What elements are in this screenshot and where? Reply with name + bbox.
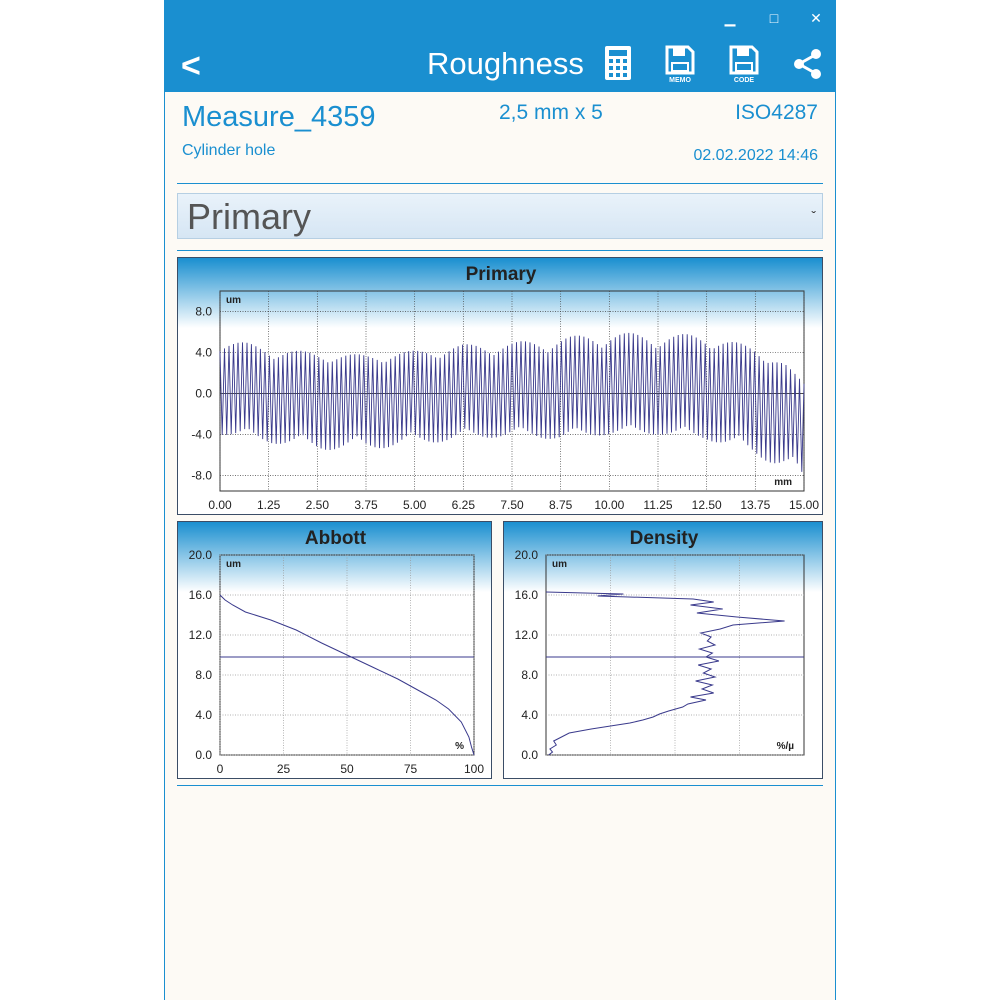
x-unit-label: mm bbox=[774, 477, 792, 488]
minimize-button[interactable]: ▁ bbox=[719, 8, 741, 28]
chart-title: Primary bbox=[466, 264, 537, 285]
y-tick-label: 12.0 bbox=[515, 628, 539, 642]
x-tick-label: 7.50 bbox=[500, 498, 524, 512]
x-tick-label: 6.25 bbox=[452, 498, 476, 512]
y-tick-label: 12.0 bbox=[189, 628, 213, 642]
x-unit-label: %/µ bbox=[777, 741, 795, 752]
density-curve bbox=[545, 591, 785, 756]
y-tick-label: -8.0 bbox=[191, 469, 212, 483]
x-tick-label: 10.00 bbox=[594, 498, 624, 512]
x-tick-label: 5.00 bbox=[403, 498, 427, 512]
y-unit-label: um bbox=[226, 295, 241, 306]
y-tick-label: 8.0 bbox=[195, 668, 212, 682]
x-tick-label: 25 bbox=[277, 762, 291, 776]
y-tick-label: 8.0 bbox=[195, 305, 212, 319]
x-tick-label: 0.00 bbox=[208, 498, 232, 512]
y-tick-label: 4.0 bbox=[195, 346, 212, 360]
memo-label: MEMO bbox=[669, 77, 691, 84]
x-tick-label: 12.50 bbox=[692, 498, 722, 512]
x-tick-label: 1.25 bbox=[257, 498, 281, 512]
measurement-header: Measure_4359 Cylinder hole 2,5 mm x 5 IS… bbox=[165, 92, 835, 184]
save-memo-icon: MEMO bbox=[665, 45, 695, 84]
y-tick-label: 0.0 bbox=[195, 748, 212, 762]
y-unit-label: um bbox=[552, 559, 567, 570]
divider bbox=[177, 785, 823, 786]
save-code-icon: CODE bbox=[729, 45, 759, 84]
measurement-length: 2,5 mm x 5 bbox=[499, 101, 603, 124]
title-bar: ▁ □ ✕ < Roughness MEMO CODE bbox=[165, 0, 835, 92]
chart-title: Density bbox=[630, 528, 699, 549]
x-tick-label: 11.25 bbox=[643, 498, 672, 512]
x-tick-label: 75 bbox=[404, 762, 418, 776]
y-tick-label: -4.0 bbox=[191, 428, 212, 442]
x-tick-label: 3.75 bbox=[354, 498, 378, 512]
close-button[interactable]: ✕ bbox=[805, 8, 827, 28]
density-chart: Density 20.0 16.0 12.0 8.0 4.0 0.0 um %/µ bbox=[503, 521, 823, 779]
primary-chart: Primary 0.00 1.25 2.50 3.75 5.00 6.25 7.50 8.75 1… bbox=[177, 257, 823, 515]
y-tick-label: 20.0 bbox=[515, 548, 539, 562]
x-tick-label: 50 bbox=[340, 762, 354, 776]
calculator-icon[interactable] bbox=[601, 44, 635, 84]
divider bbox=[177, 183, 823, 184]
page-title: Roughness bbox=[427, 46, 584, 81]
maximize-button[interactable]: □ bbox=[763, 8, 785, 28]
save-memo-button[interactable]: MEMO bbox=[663, 44, 697, 84]
back-button[interactable]: < bbox=[181, 46, 201, 86]
x-tick-label: 15.00 bbox=[789, 498, 819, 512]
chart-title: Abbott bbox=[305, 528, 367, 549]
measurement-date: 02.02.2022 14:46 bbox=[693, 147, 818, 164]
code-label: CODE bbox=[734, 77, 755, 84]
save-code-button[interactable]: CODE bbox=[727, 44, 761, 84]
y-tick-label: 0.0 bbox=[195, 387, 212, 401]
x-tick-label: 13.75 bbox=[740, 498, 770, 512]
y-tick-label: 4.0 bbox=[195, 708, 212, 722]
y-tick-label: 20.0 bbox=[189, 548, 213, 562]
app-window: ▁ □ ✕ < Roughness MEMO CODE Measure_4359… bbox=[164, 0, 836, 1000]
measurement-name: Measure_4359 bbox=[182, 101, 376, 133]
x-unit-label: % bbox=[455, 741, 464, 752]
profile-dropdown[interactable]: Primary ˇ bbox=[177, 193, 823, 239]
divider bbox=[177, 250, 823, 251]
measurement-description: Cylinder hole bbox=[182, 142, 276, 159]
x-tick-label: 2.50 bbox=[306, 498, 330, 512]
y-tick-label: 16.0 bbox=[189, 588, 213, 602]
y-tick-label: 4.0 bbox=[521, 708, 538, 722]
abbott-chart: Abbott 0 25 50 75 100 20.0 16.0 12.0 8.0 4.0 0.0 um% bbox=[177, 521, 492, 779]
x-tick-label: 0 bbox=[217, 762, 224, 776]
x-tick-label: 100 bbox=[464, 762, 484, 776]
x-tick-label: 8.75 bbox=[549, 498, 573, 512]
y-tick-label: 16.0 bbox=[515, 588, 539, 602]
share-icon[interactable] bbox=[791, 44, 825, 84]
profile-dropdown-value: Primary bbox=[187, 196, 311, 237]
measurement-standard: ISO4287 bbox=[735, 101, 818, 124]
y-tick-label: 0.0 bbox=[521, 748, 538, 762]
y-tick-label: 8.0 bbox=[521, 668, 538, 682]
chevron-down-icon: ˇ bbox=[811, 208, 816, 224]
y-unit-label: um bbox=[226, 559, 241, 570]
